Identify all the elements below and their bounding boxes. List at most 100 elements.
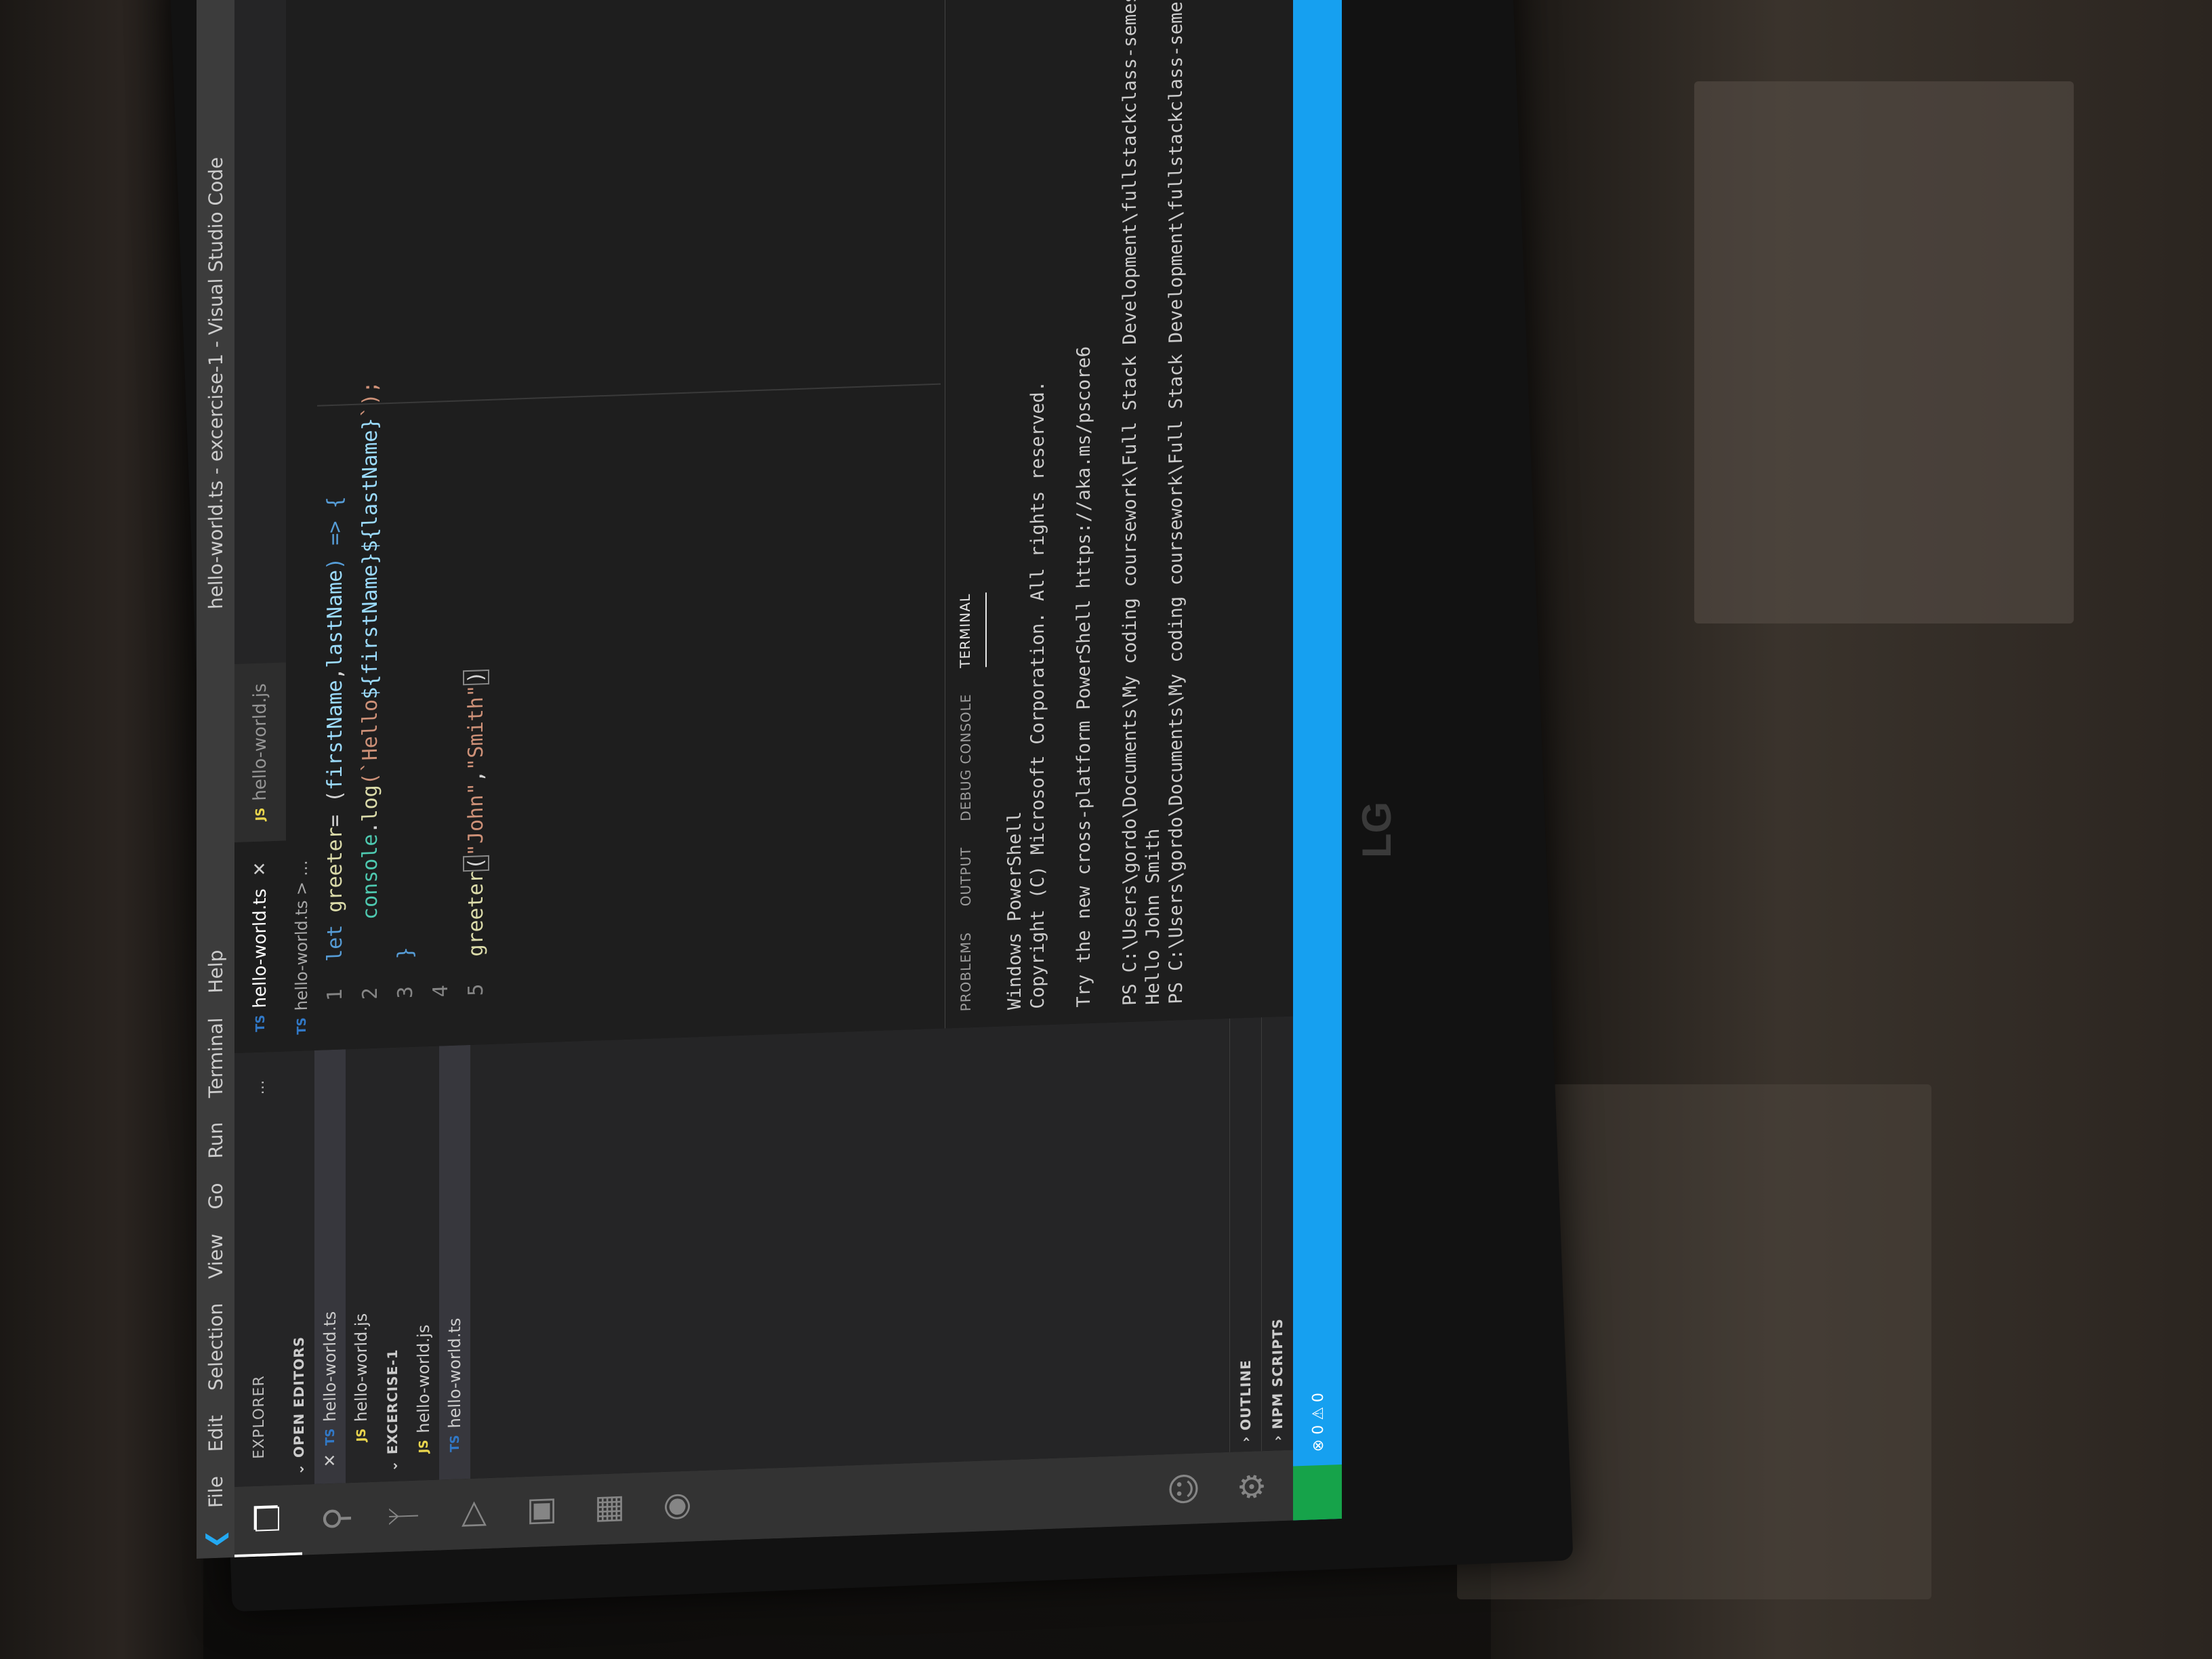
menu-selection[interactable]: Selection (205, 1290, 227, 1403)
tab-problems[interactable]: PROBLEMS (945, 931, 986, 1012)
problems-count[interactable]: ⊗ 0 ⚠ 0 (1310, 1393, 1327, 1452)
code-line: 1 let greeter = (firstName, lastName) =>… (317, 0, 352, 1050)
chevron-right-icon: › (1237, 1435, 1254, 1443)
code-token: ${firstName} (358, 552, 382, 700)
code-token: ) => { (323, 495, 347, 571)
search-icon[interactable]: ⚲ (302, 1482, 370, 1555)
code-token: "Smith" (464, 684, 488, 771)
javascript-file-icon: JS (253, 807, 268, 821)
line-number: 3 (393, 985, 417, 999)
tab-label: hello-world.js (250, 682, 270, 802)
code-token: "John" (464, 782, 488, 857)
code-token: ${lastName} (358, 417, 382, 553)
terminal-output[interactable]: Windows PowerShell Copyright (C) Microsof… (986, 0, 1188, 1027)
line-number: 2 (358, 987, 382, 1000)
account-icon[interactable]: ☺ (1151, 1452, 1218, 1525)
menu-help[interactable]: Help (205, 937, 227, 1006)
tab-debug-console[interactable]: DEBUG CONSOLE (945, 693, 986, 822)
terminal-line: Windows PowerShell (1004, 811, 1025, 1010)
status-bar: ⊗ 0 ⚠ 0 (1293, 0, 1342, 1521)
explorer-icon[interactable]: ❐ (234, 1481, 302, 1558)
typescript-file-icon: TS (294, 1017, 309, 1035)
sidebar-bottom-sections: › OUTLINE › NPM SCRIPTS (1229, 1016, 1293, 1452)
code-token: . (358, 821, 382, 835)
code-line: 3 } (388, 0, 423, 1048)
bottom-panel: PROBLEMS OUTPUT DEBUG CONSOLE TERMINAL W… (945, 0, 1293, 1029)
tab-output[interactable]: OUTPUT (945, 846, 986, 907)
extensions-icon[interactable]: ▦ (573, 1473, 641, 1545)
code-token: ( (462, 855, 489, 872)
line-number: 4 (428, 984, 453, 998)
code-token: greeter (323, 826, 347, 914)
code-line: 5 greeter("John", "Smith") (458, 0, 493, 1046)
outline-section[interactable]: › OUTLINE (1229, 1017, 1261, 1452)
more-actions-button[interactable]: … (251, 1079, 268, 1095)
code-token: console (358, 834, 382, 920)
explorer-sidebar: EXPLORER … ⌄ OPEN EDITORS ✕ TS hello-wor… (234, 1016, 1293, 1488)
open-editor-label: hello-world.js (352, 1313, 371, 1422)
sidebar-title: EXPLORER (250, 1374, 268, 1460)
chevron-down-icon: ⌄ (291, 1462, 307, 1476)
panel-tabs: PROBLEMS OUTPUT DEBUG CONSOLE TERMINAL (945, 0, 987, 1028)
code-token: , (323, 667, 347, 681)
open-editors-section[interactable]: ⌄ OPEN EDITORS (283, 1050, 314, 1486)
menu-edit[interactable]: Edit (205, 1402, 227, 1464)
sidebar-header: EXPLORER … (234, 1052, 283, 1488)
gear-icon[interactable]: ⚙ (1218, 1450, 1286, 1523)
open-editor-item[interactable]: JS hello-world.js (346, 1048, 377, 1483)
file-tree-item[interactable]: JS hello-world.js (408, 1046, 439, 1481)
typescript-file-icon: TS (323, 1428, 337, 1446)
typescript-file-icon: TS (447, 1435, 462, 1453)
open-editors-label: OPEN EDITORS (291, 1336, 307, 1458)
npm-scripts-section[interactable]: › NPM SCRIPTS (1261, 1016, 1293, 1452)
tab-hello-world-js[interactable]: JS hello-world.js (234, 662, 286, 842)
code-token: lastName (323, 569, 347, 668)
background-clutter (0, 0, 203, 1659)
file-label: hello-world.ts (445, 1317, 464, 1429)
code-token: `); (358, 380, 382, 419)
code-token: , (464, 770, 488, 783)
folder-label: EXCERCISE-1 (384, 1349, 401, 1455)
code-editor[interactable]: 1 let greeter = (firstName, lastName) =>… (317, 0, 493, 1050)
menu-view[interactable]: View (205, 1221, 227, 1292)
breadcrumb[interactable]: TS hello-world.ts > … (286, 0, 317, 1051)
run-debug-icon[interactable]: ▷ (438, 1477, 506, 1550)
code-token: firstName (323, 679, 347, 791)
remote-explorer-icon[interactable]: ▣ (506, 1475, 573, 1548)
file-tree-item[interactable]: TS hello-world.ts (439, 1044, 470, 1480)
menu-file[interactable]: File (205, 1464, 227, 1521)
code-line: 2 console. log (`Hello ${firstName} ${last… (352, 0, 388, 1049)
menu-go[interactable]: Go (205, 1170, 227, 1222)
line-number: 1 (323, 988, 347, 1002)
breadcrumb-path: hello-world.ts > … (292, 859, 311, 1011)
terminal-line: Hello John Smith (1143, 828, 1164, 1006)
monitor-screen: ❮ File Edit Selection View Go Run Termin… (197, 0, 1349, 1559)
code-token: = ( (323, 790, 347, 827)
terminal-line: Try the new cross-platform PowerShell ht… (1073, 346, 1094, 1008)
code-token: let (323, 924, 347, 962)
close-icon[interactable]: ✕ (321, 1454, 340, 1468)
code-line: 4 (423, 0, 458, 1046)
vscode-logo-icon: ❮ (202, 1529, 229, 1549)
menu-run[interactable]: Run (205, 1109, 227, 1171)
monitor-brand-logo: LG (1354, 801, 1400, 859)
vscode-window: ❮ File Edit Selection View Go Run Termin… (197, 0, 1342, 1559)
remote-indicator[interactable] (1293, 1464, 1342, 1521)
tab-label: hello-world.ts (250, 888, 270, 1008)
folder-section[interactable]: ⌄ EXCERCISE-1 (377, 1047, 408, 1482)
menu-terminal[interactable]: Terminal (205, 1005, 227, 1110)
docker-icon[interactable]: ◉ (641, 1471, 709, 1543)
source-control-icon[interactable]: ᛉ (370, 1480, 438, 1553)
code-token: (`Hello (358, 699, 382, 785)
file-label: hello-world.js (414, 1324, 433, 1434)
terminal-line: Copyright (C) Microsoft Corporation. All… (1027, 380, 1048, 1010)
tab-terminal[interactable]: TERMINAL (945, 592, 987, 669)
window-title: hello-world.ts - excercise-1 - Visual St… (205, 157, 227, 610)
outline-label: OUTLINE (1237, 1359, 1254, 1431)
javascript-file-icon: JS (354, 1428, 369, 1442)
code-token: ) (462, 669, 489, 685)
close-icon[interactable]: ✕ (250, 861, 270, 877)
open-editor-item[interactable]: ✕ TS hello-world.ts (314, 1049, 346, 1484)
title-bar: ❮ File Edit Selection View Go Run Termin… (197, 0, 234, 1559)
tab-hello-world-ts[interactable]: TS hello-world.ts ✕ (234, 840, 286, 1054)
